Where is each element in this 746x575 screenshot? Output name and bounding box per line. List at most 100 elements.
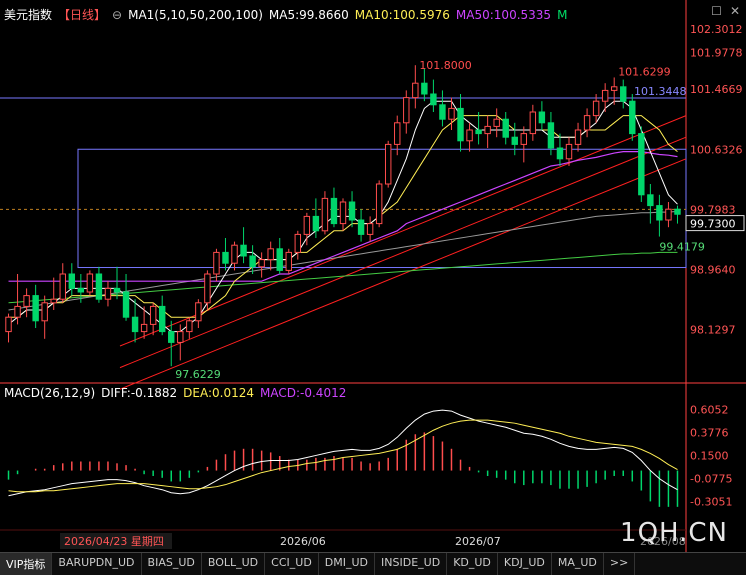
price-tick-label: 101.4669 (690, 83, 743, 96)
candle-body (77, 287, 85, 293)
tab-0[interactable]: VIP指标 (0, 553, 53, 575)
candle-body (122, 291, 130, 318)
macd-diff: DIFF:-0.1882 (101, 386, 178, 400)
candle-body (475, 129, 482, 135)
candle-body (394, 122, 401, 145)
macd-value: MACD:-0.4012 (260, 386, 347, 400)
macd-tick-label: -0.3051 (690, 495, 732, 508)
candle-body (330, 197, 338, 225)
candle-body (520, 133, 528, 145)
candle-body (565, 143, 573, 160)
candle-body (204, 273, 211, 304)
tab-2[interactable]: BIAS_UD (142, 553, 202, 575)
candle-body (104, 287, 112, 300)
candle-body (50, 298, 57, 304)
candle-body (267, 248, 274, 261)
candle-body (131, 316, 139, 333)
candle-body (303, 215, 311, 235)
candle-body (195, 302, 202, 322)
candle-body (403, 97, 410, 124)
candle-body (592, 100, 600, 117)
trend-channel-line-1 (119, 136, 687, 369)
watermark: 1QH.CN (620, 518, 728, 548)
macd-tick-label: 0.6052 (690, 404, 729, 417)
candle-body (213, 251, 220, 275)
candle-body (384, 143, 392, 185)
tab-7[interactable]: KD_UD (447, 553, 498, 575)
instrument-title: 美元指数 (4, 8, 53, 22)
candle-body (294, 233, 302, 253)
tab-8[interactable]: KDJ_UD (498, 553, 552, 575)
chart-canvas: 102.3012 101.9778 101.4669 100.6326 99.7983 9… (0, 0, 746, 552)
tab-9[interactable]: MA_UD (552, 553, 604, 575)
candle-body (430, 93, 437, 106)
period-label[interactable]: 【日线】 (58, 8, 106, 22)
tab-3[interactable]: BOLL_UD (202, 553, 266, 575)
candle-body (674, 208, 681, 215)
candle-body (59, 273, 66, 300)
tab-5[interactable]: DMI_UD (319, 553, 376, 575)
candle-body (348, 201, 356, 221)
candle-body (5, 316, 12, 333)
high-annotation: 101.6299 (618, 65, 671, 78)
candle-body (23, 295, 30, 307)
ma-label: MA1(5,10,50,200,100) (128, 8, 263, 22)
low-annotation: 97.6229 (175, 368, 221, 381)
macd-tick-label: -0.0775 (690, 472, 732, 485)
candle-body (249, 255, 256, 268)
candle-body (14, 305, 21, 318)
close-icon[interactable]: ✕ (730, 4, 740, 18)
ma10-value: MA10:100.5976 (354, 8, 450, 22)
candle-body (610, 86, 618, 91)
price-tick-label: 99.7983 (690, 203, 736, 216)
candle-body (186, 320, 193, 333)
candle-body (168, 331, 175, 343)
candle-body (339, 201, 347, 225)
price-tick-label: 100.6326 (690, 143, 743, 156)
price-tick-label: 102.3012 (690, 23, 743, 36)
candle-body (547, 122, 555, 149)
macd-tick-label: 0.1500 (690, 449, 729, 462)
settings-icon[interactable]: ☐ (711, 4, 722, 18)
candle-body (620, 86, 627, 102)
candle-body (321, 197, 329, 232)
m-button[interactable]: M (557, 8, 567, 22)
candle-body (222, 251, 229, 264)
tab-4[interactable]: CCI_UD (265, 553, 319, 575)
macd-tick-label: 0.3776 (690, 426, 729, 439)
candle-body (68, 273, 76, 289)
ma-settings-icon[interactable]: ⊖ (112, 8, 122, 22)
ma50-value: MA50:100.5335 (455, 8, 552, 22)
candle-body (638, 133, 645, 196)
candle-body (466, 129, 473, 142)
candle-body (601, 89, 609, 102)
candle-body (177, 331, 184, 343)
level-annotation: 101.3448 (634, 85, 687, 98)
candle-body (448, 107, 455, 120)
candle-body (665, 208, 672, 221)
tab-1[interactable]: BARUPDN_UD (52, 553, 142, 575)
candle-body (439, 104, 446, 120)
candle-body (457, 107, 464, 142)
candle-body (583, 115, 591, 131)
candle-body (656, 205, 663, 221)
tab-6[interactable]: INSIDE_UD (375, 553, 448, 575)
candle-body (95, 273, 103, 300)
ma5-value: MA5:99.8660 (268, 8, 349, 22)
candle-body (493, 118, 500, 127)
current-price-label: 99.7300 (690, 218, 736, 231)
candle-body (375, 183, 383, 225)
candle-body (538, 111, 546, 124)
candle-body (149, 305, 157, 325)
candle-body (32, 295, 39, 322)
candle-body (41, 302, 48, 322)
candle-body (285, 251, 292, 271)
macd-dea: DEA:0.0124 (183, 386, 255, 400)
candle-body (574, 129, 582, 145)
candle-body (86, 273, 94, 293)
tab-10[interactable]: >> (604, 553, 636, 575)
candle-body (511, 136, 518, 145)
macd-diff-line (8, 409, 678, 497)
candle-body (647, 194, 654, 207)
candle-body (276, 248, 283, 271)
